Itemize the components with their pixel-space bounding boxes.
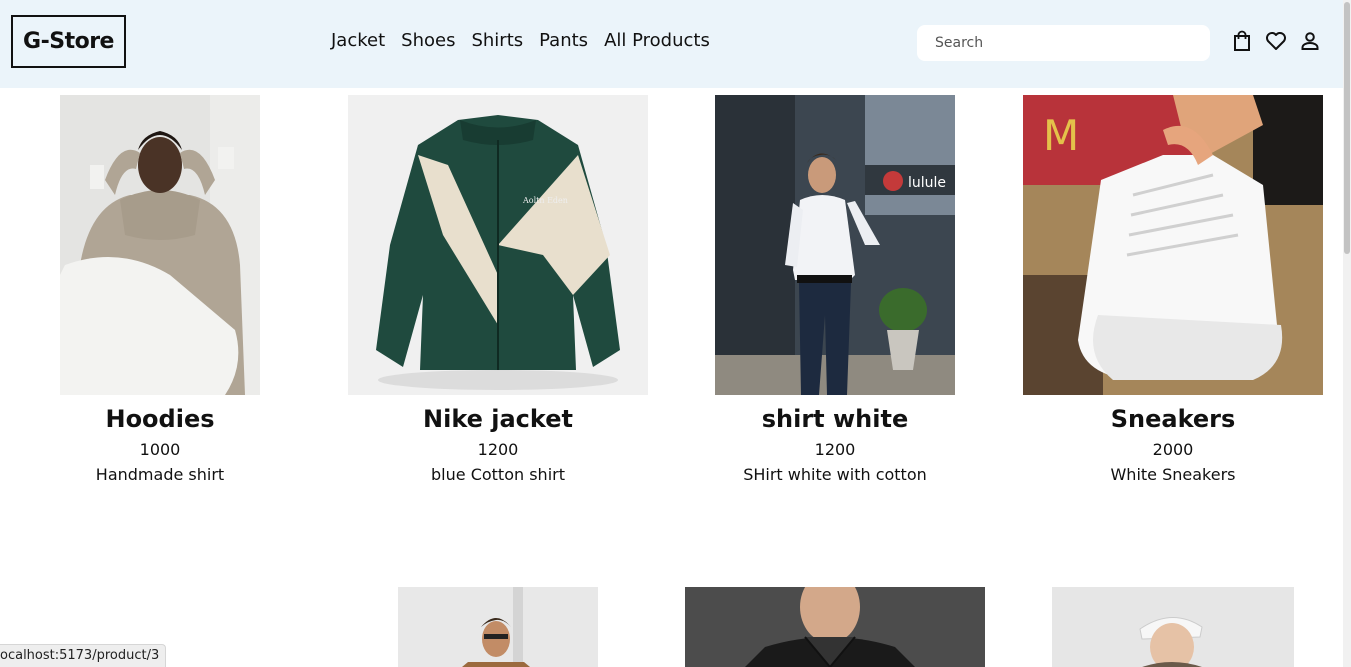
product-image-row2-2[interactable]	[398, 587, 598, 667]
heart-icon	[1266, 32, 1286, 50]
product-description: White Sneakers	[1110, 465, 1236, 484]
store-logo[interactable]: G-Store	[11, 15, 126, 68]
product-description: SHirt white with cotton	[743, 465, 927, 484]
nav-link-shirts[interactable]: Shirts	[471, 29, 523, 53]
cart-button[interactable]	[1231, 30, 1253, 52]
product-image-shirt-white[interactable]: lulule	[715, 95, 955, 395]
product-title[interactable]: Hoodies	[0, 405, 320, 433]
product-image-row2-3[interactable]	[685, 587, 985, 667]
product-image-sneakers[interactable]: M	[1023, 95, 1323, 395]
wishlist-button[interactable]	[1265, 30, 1287, 52]
account-button[interactable]	[1299, 30, 1321, 52]
scrollbar-thumb[interactable]	[1344, 2, 1350, 254]
product-price: 1000	[139, 440, 181, 459]
svg-text:lulule: lulule	[908, 175, 946, 191]
user-icon	[1301, 32, 1319, 50]
top-navbar: G-Store Jacket Shoes Shirts Pants All Pr…	[0, 0, 1343, 88]
shopping-bag-icon	[1234, 30, 1250, 51]
product-image-row2-4[interactable]	[1052, 587, 1294, 667]
nav-link-jacket[interactable]: Jacket	[331, 29, 385, 53]
product-image-nike-jacket[interactable]: Aoltn Eden	[348, 95, 648, 395]
product-price: 1200	[814, 440, 856, 459]
page-scrollbar[interactable]	[1343, 0, 1351, 667]
nav-link-shoes[interactable]: Shoes	[401, 29, 455, 53]
product-title[interactable]: shirt white	[675, 405, 995, 433]
svg-text:Aoltn Eden: Aoltn Eden	[522, 196, 568, 205]
svg-text:M: M	[1043, 111, 1079, 160]
link-preview-status: ocalhost:5173/product/3	[0, 644, 167, 667]
product-image-row2-1[interactable]	[190, 658, 330, 667]
product-description: Handmade shirt	[95, 465, 225, 484]
product-image-hoodies[interactable]	[60, 95, 260, 395]
product-price: 1200	[477, 440, 519, 459]
product-title[interactable]: Nike jacket	[338, 405, 658, 433]
nav-link-all-products[interactable]: All Products	[604, 29, 710, 53]
search-input[interactable]	[917, 25, 1210, 61]
product-price: 2000	[1152, 440, 1194, 459]
product-description: blue Cotton shirt	[431, 465, 565, 484]
main-nav: Jacket Shoes Shirts Pants All Products	[331, 29, 710, 53]
product-title[interactable]: Sneakers	[1013, 405, 1333, 433]
nav-link-pants[interactable]: Pants	[539, 29, 588, 53]
